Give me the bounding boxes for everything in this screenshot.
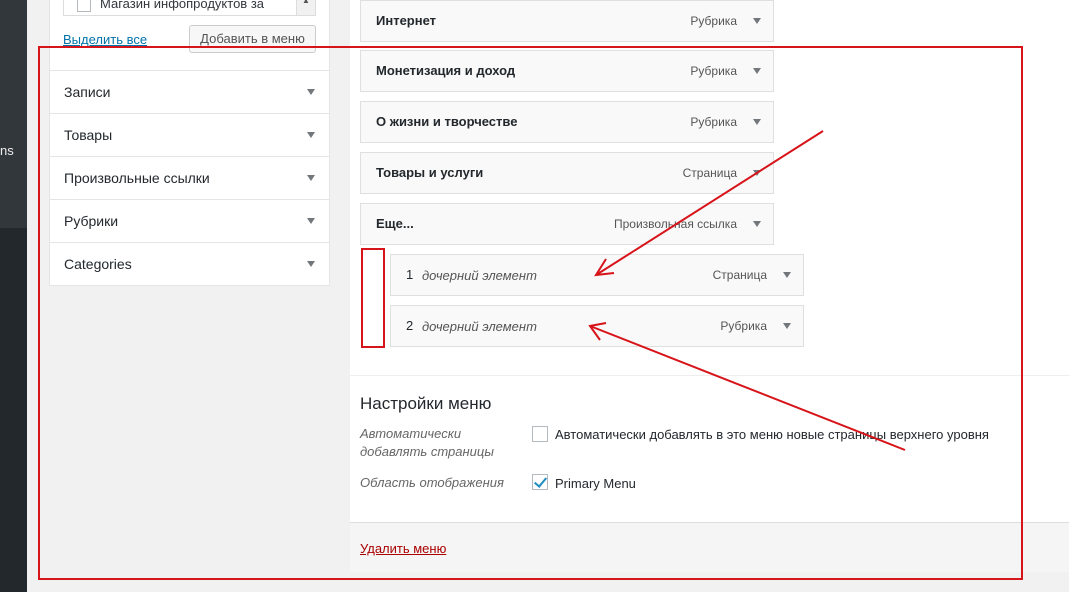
chevron-down-icon[interactable] (753, 68, 761, 74)
submenu-item-number: 2 (406, 318, 414, 333)
auto-add-text[interactable]: Автоматически добавлять в это меню новые… (555, 427, 989, 442)
submenu-item-number: 1 (406, 267, 414, 282)
menu-item[interactable]: Монетизация и доход Рубрика (360, 50, 774, 92)
auto-add-label: Автоматически добавлять страницы (360, 426, 494, 459)
menu-item-title: Интернет (376, 13, 437, 28)
category-checkbox[interactable] (77, 0, 91, 12)
accordion-section-label: Произвольные ссылки (64, 170, 210, 186)
accordion-section-custom-links[interactable]: Произвольные ссылки (50, 156, 329, 199)
accordion-section-label: Categories (64, 256, 132, 272)
add-to-menu-button[interactable]: Добавить в меню (189, 25, 316, 53)
primary-menu-text[interactable]: Primary Menu (555, 476, 636, 491)
menu-item-type: Рубрика (690, 64, 737, 78)
accordion-section-label: Рубрики (64, 213, 119, 229)
menu-item-title: Еще... (376, 216, 414, 231)
accordion-section-label: Записи (64, 84, 111, 100)
submenu-item[interactable]: 1 дочерний элемент Страница (390, 254, 804, 296)
accordion-section-categories[interactable]: Categories (50, 242, 329, 285)
chevron-down-icon[interactable] (783, 323, 791, 329)
accordion-section-label: Товары (64, 127, 113, 143)
menu-item-title: Товары и услуги (376, 165, 484, 180)
accordion-section-products[interactable]: Товары (50, 113, 329, 156)
submenu-item[interactable]: 2 дочерний элемент Рубрика (390, 305, 804, 347)
chevron-down-icon[interactable] (753, 170, 761, 176)
submenu-item-title: дочерний элемент (422, 268, 537, 283)
chevron-down-icon[interactable] (783, 272, 791, 278)
menu-footer: Удалить меню (350, 522, 1069, 572)
admin-sidebar: ns (0, 0, 27, 592)
chevron-down-icon[interactable] (753, 18, 761, 24)
menu-item[interactable]: Интернет Рубрика (360, 0, 774, 42)
submenu-item-title: дочерний элемент (422, 319, 537, 334)
chevron-down-icon[interactable] (307, 175, 315, 181)
menu-item-type: Рубрика (690, 115, 737, 129)
admin-sidebar-menu (0, 0, 27, 228)
category-checklist-item[interactable]: Магазин инфопродуктов за ▲ (63, 0, 316, 16)
menu-item-title: О жизни и творчестве (376, 114, 518, 129)
chevron-down-icon[interactable] (753, 119, 761, 125)
submenu-item-type: Рубрика (720, 319, 767, 333)
menu-item-type: Произвольная ссылка (613, 217, 737, 231)
delete-menu-link[interactable]: Удалить меню (360, 541, 446, 556)
menu-settings-heading: Настройки меню (360, 394, 492, 413)
primary-menu-checkbox[interactable] (532, 474, 548, 490)
menu-structure-panel: Интернет Рубрика Монетизация и доход Руб… (350, 0, 1069, 572)
submenu-item-type: Страница (712, 268, 767, 282)
menu-item-type: Страница (682, 166, 737, 180)
sidebar-partial-label[interactable]: ns (0, 143, 14, 158)
accordion-section-rubrics[interactable]: Рубрики (50, 199, 329, 242)
display-location-label: Область отображения (360, 475, 504, 490)
menu-item[interactable]: Товары и услуги Страница (360, 152, 774, 194)
menu-item[interactable]: Еще... Произвольная ссылка (360, 203, 774, 245)
section-divider (350, 375, 1069, 376)
menu-item[interactable]: О жизни и творчестве Рубрика (360, 101, 774, 143)
auto-add-checkbox[interactable] (532, 426, 548, 442)
chevron-down-icon[interactable] (753, 221, 761, 227)
category-checkbox-label: Магазин инфопродуктов за (100, 0, 265, 11)
menu-item-title: Монетизация и доход (376, 63, 516, 78)
chevron-down-icon[interactable] (307, 218, 315, 224)
add-menu-items-panel: Магазин инфопродуктов за ▲ Выделить все … (49, 0, 330, 286)
chevron-down-icon[interactable] (307, 89, 315, 95)
accordion-section-posts[interactable]: Записи (50, 70, 329, 113)
chevron-down-icon[interactable] (307, 261, 315, 267)
select-all-link[interactable]: Выделить все (63, 32, 147, 47)
checkmark-icon (533, 474, 548, 488)
menu-item-type: Рубрика (690, 14, 737, 28)
chevron-down-icon[interactable] (307, 132, 315, 138)
chevron-down-icon[interactable]: ▲ (296, 0, 315, 15)
